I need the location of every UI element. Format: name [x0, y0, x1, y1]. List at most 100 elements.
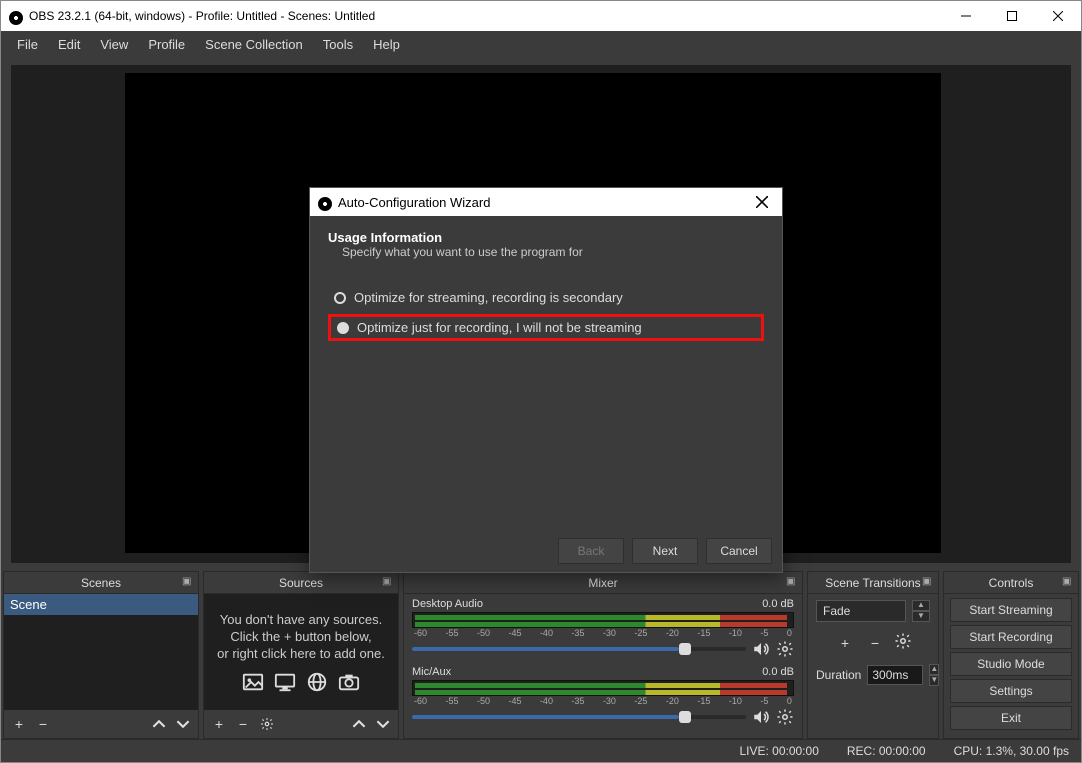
undock-icon[interactable]: ▣ — [922, 576, 934, 588]
radio-optimize-recording[interactable]: Optimize just for recording, I will not … — [328, 314, 764, 341]
menu-scene-collection[interactable]: Scene Collection — [195, 34, 313, 55]
transitions-panel: Scene Transitions ▣ Fade ▲▼ + − Duration… — [807, 571, 939, 739]
dialog-subheading: Specify what you want to use the program… — [342, 245, 764, 259]
dialog-close-button[interactable] — [750, 190, 774, 214]
scenes-header: Scenes ▣ — [4, 572, 198, 594]
add-source-button[interactable]: + — [208, 713, 230, 735]
controls-panel: Controls ▣ Start Streaming Start Recordi… — [943, 571, 1079, 739]
transition-select[interactable]: Fade — [816, 600, 906, 622]
scenes-toolbar: + − — [4, 710, 198, 738]
menu-tools[interactable]: Tools — [313, 34, 363, 55]
bottom-dock: Scenes ▣ Scene + − Sources ▣ You don't h… — [1, 571, 1081, 739]
speaker-icon[interactable] — [752, 708, 770, 726]
duration-spin[interactable]: ▲▼ — [929, 664, 939, 686]
transition-selected: Fade — [823, 604, 850, 618]
remove-scene-button[interactable]: − — [32, 713, 54, 735]
volume-slider[interactable] — [412, 647, 746, 651]
dialog-button-row: Back Next Cancel — [310, 530, 782, 572]
remove-source-button[interactable]: − — [232, 713, 254, 735]
sources-empty-line1: You don't have any sources. — [220, 612, 382, 627]
window-title: OBS 23.2.1 (64-bit, windows) - Profile: … — [29, 9, 375, 23]
undock-icon[interactable]: ▣ — [786, 576, 798, 588]
volume-slider[interactable] — [412, 715, 746, 719]
menu-profile[interactable]: Profile — [138, 34, 195, 55]
camera-source-icon — [336, 671, 362, 693]
add-scene-button[interactable]: + — [8, 713, 30, 735]
status-bar: LIVE: 00:00:00 REC: 00:00:00 CPU: 1.3%, … — [1, 739, 1081, 762]
remove-transition-button[interactable]: − — [864, 632, 886, 654]
scene-down-button[interactable] — [172, 713, 194, 735]
scenes-panel: Scenes ▣ Scene + − — [3, 571, 199, 739]
display-source-icon — [272, 671, 298, 693]
radio-optimize-streaming[interactable]: Optimize for streaming, recording is sec… — [328, 287, 764, 308]
auto-config-wizard-dialog: Auto-Configuration Wizard Usage Informat… — [309, 187, 783, 573]
menu-file[interactable]: File — [7, 34, 48, 55]
menu-edit[interactable]: Edit — [48, 34, 90, 55]
start-recording-button[interactable]: Start Recording — [950, 625, 1072, 649]
start-streaming-button[interactable]: Start Streaming — [950, 598, 1072, 622]
studio-mode-button[interactable]: Studio Mode — [950, 652, 1072, 676]
channel-db: 0.0 dB — [762, 666, 794, 678]
dialog-title: Auto-Configuration Wizard — [338, 195, 490, 210]
exit-button[interactable]: Exit — [950, 706, 1072, 730]
gear-icon[interactable] — [776, 708, 794, 726]
cancel-button[interactable]: Cancel — [706, 538, 772, 564]
mixer-header: Mixer ▣ — [404, 572, 802, 594]
status-rec: REC: 00:00:00 — [847, 744, 926, 758]
scene-row[interactable]: Scene — [4, 594, 198, 615]
settings-button[interactable]: Settings — [950, 679, 1072, 703]
sources-header: Sources ▣ — [204, 572, 398, 594]
status-live: LIVE: 00:00:00 — [739, 744, 818, 758]
menu-view[interactable]: View — [90, 34, 138, 55]
obs-logo-icon — [318, 197, 332, 211]
menu-bar: File Edit View Profile Scene Collection … — [1, 31, 1081, 57]
undock-icon[interactable]: ▣ — [1062, 576, 1074, 588]
audio-meter — [412, 612, 794, 628]
mixer-channel-mic: Mic/Aux 0.0 dB -60-55-50-45-40-35-30-25-… — [412, 666, 794, 726]
source-properties-button[interactable] — [256, 713, 278, 735]
sources-body[interactable]: You don't have any sources. Click the + … — [204, 594, 398, 710]
status-cpu: CPU: 1.3%, 30.00 fps — [954, 744, 1069, 758]
source-up-button[interactable] — [348, 713, 370, 735]
dialog-body: Usage Information Specify what you want … — [310, 216, 782, 530]
mixer-channel-desktop: Desktop Audio 0.0 dB -60-55-50-45-40-35-… — [412, 598, 794, 658]
duration-label: Duration — [816, 668, 861, 682]
image-source-icon — [240, 671, 266, 693]
back-button[interactable]: Back — [558, 538, 624, 564]
menu-help[interactable]: Help — [363, 34, 410, 55]
minimize-button[interactable] — [943, 1, 989, 31]
mixer-panel: Mixer ▣ Desktop Audio 0.0 dB -60-55-50-4… — [403, 571, 803, 739]
radio-icon — [334, 292, 346, 304]
speaker-icon[interactable] — [752, 640, 770, 658]
audio-meter — [412, 680, 794, 696]
duration-input[interactable] — [867, 665, 923, 685]
radio-label: Optimize for streaming, recording is sec… — [354, 290, 623, 305]
scenes-list[interactable]: Scene — [4, 594, 198, 710]
next-button[interactable]: Next — [632, 538, 698, 564]
meter-ticks: -60-55-50-45-40-35-30-25-20-15-10-50 — [412, 628, 794, 638]
scene-up-button[interactable] — [148, 713, 170, 735]
transitions-title: Scene Transitions — [825, 576, 920, 590]
mixer-body: Desktop Audio 0.0 dB -60-55-50-45-40-35-… — [404, 594, 802, 738]
add-transition-button[interactable]: + — [834, 632, 856, 654]
maximize-button[interactable] — [989, 1, 1035, 31]
meter-ticks: -60-55-50-45-40-35-30-25-20-15-10-50 — [412, 696, 794, 706]
channel-name: Mic/Aux — [412, 666, 451, 678]
gear-icon[interactable] — [894, 632, 912, 650]
undock-icon[interactable]: ▣ — [382, 576, 394, 588]
dialog-titlebar: Auto-Configuration Wizard — [310, 188, 782, 216]
source-down-button[interactable] — [372, 713, 394, 735]
close-button[interactable] — [1035, 1, 1081, 31]
source-type-icons — [240, 671, 362, 693]
undock-icon[interactable]: ▣ — [182, 576, 194, 588]
channel-db: 0.0 dB — [762, 598, 794, 610]
controls-header: Controls ▣ — [944, 572, 1078, 594]
sources-panel: Sources ▣ You don't have any sources. Cl… — [203, 571, 399, 739]
sources-toolbar: + − — [204, 710, 398, 738]
controls-title: Controls — [989, 576, 1034, 590]
radio-label: Optimize just for recording, I will not … — [357, 320, 642, 335]
dialog-heading: Usage Information — [328, 230, 764, 245]
transition-spin[interactable]: ▲▼ — [912, 600, 930, 622]
sources-empty-line3: or right click here to add one. — [217, 646, 385, 661]
gear-icon[interactable] — [776, 640, 794, 658]
